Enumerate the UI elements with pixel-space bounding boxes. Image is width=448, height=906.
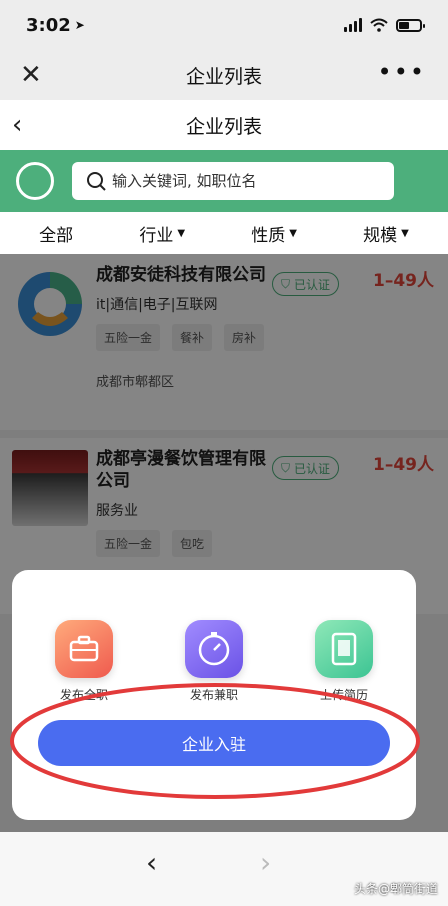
filter-all[interactable]: 全部 <box>39 221 73 246</box>
wifi-icon <box>370 18 388 32</box>
avatar[interactable] <box>16 162 54 200</box>
action-sheet: 发布全职 发布兼职 上传简历 企业入驻 <box>12 570 416 820</box>
caret-down-icon: ▼ <box>289 227 297 239</box>
status-bar: 3:02 ➤ <box>0 0 448 50</box>
caret-down-icon: ▼ <box>401 227 409 239</box>
signal-icon <box>344 18 362 32</box>
status-time: 3:02 ➤ <box>26 15 85 36</box>
briefcase-icon <box>55 620 113 678</box>
action-label: 上传简历 <box>319 688 368 702</box>
status-icons <box>344 18 425 32</box>
filter-label: 全部 <box>39 225 74 246</box>
filter-label: 行业 <box>139 225 174 246</box>
watermark: 头条@郫筒街道 <box>353 882 438 896</box>
filter-industry[interactable]: 行业 ▼ <box>139 221 185 246</box>
browser-bottom-bar: ‹ › 头条@郫筒街道 <box>0 832 448 906</box>
filter-bar: 全部 行业 ▼ 性质 ▼ 规模 ▼ <box>0 212 448 254</box>
filter-label: 规模 <box>363 225 398 246</box>
company-join-button[interactable]: 企业入驻 <box>38 720 390 766</box>
clock-icon <box>185 620 243 678</box>
forward-arrow-icon[interactable]: › <box>260 846 271 879</box>
page-header: ‹ 企业列表 <box>0 100 448 150</box>
post-fulltime-action[interactable]: 发布全职 <box>44 620 124 703</box>
battery-icon <box>396 18 425 32</box>
post-parttime-action[interactable]: 发布兼职 <box>174 620 254 703</box>
search-icon <box>87 172 106 191</box>
upload-resume-action[interactable]: 上传简历 <box>304 620 384 703</box>
back-icon[interactable]: ‹ <box>12 110 22 140</box>
wechat-title: 企业列表 <box>185 65 262 88</box>
location-arrow-icon: ➤ <box>74 18 85 32</box>
action-label: 发布兼职 <box>189 688 238 702</box>
status-time-text: 3:02 <box>26 14 71 36</box>
document-icon <box>315 620 373 678</box>
search-box[interactable] <box>72 162 394 200</box>
filter-scale[interactable]: 规模 ▼ <box>363 221 409 246</box>
filter-nature[interactable]: 性质 ▼ <box>251 221 297 246</box>
wechat-nav-bar: ✕ 企业列表 ••• <box>0 50 448 100</box>
close-icon[interactable]: ✕ <box>20 62 46 88</box>
search-input[interactable] <box>112 172 372 190</box>
back-arrow-icon[interactable]: ‹ <box>146 846 157 879</box>
search-bar <box>0 150 448 212</box>
action-label: 发布全职 <box>59 688 108 702</box>
page-title: 企业列表 <box>185 115 262 138</box>
more-icon[interactable]: ••• <box>378 60 426 84</box>
caret-down-icon: ▼ <box>177 227 186 239</box>
filter-label: 性质 <box>251 225 286 246</box>
